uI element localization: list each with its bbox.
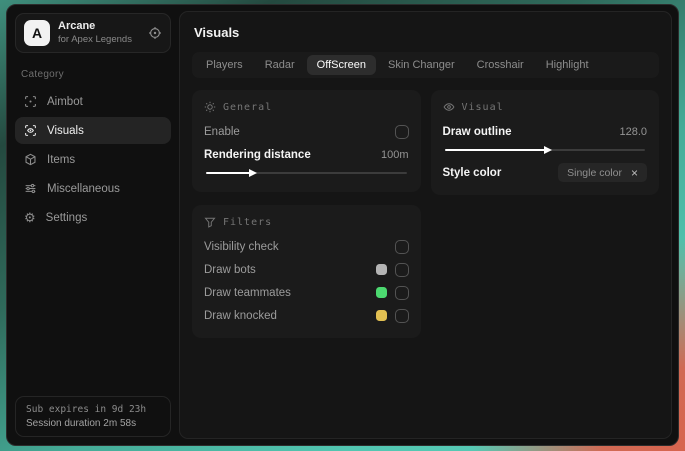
draw-teammates-color-swatch[interactable] xyxy=(375,287,387,298)
draw-outline-row: Draw outline 128.0 xyxy=(443,120,648,143)
close-icon[interactable]: × xyxy=(631,167,638,179)
visibility-check-row: Visibility check xyxy=(204,235,409,258)
cheat-menu-window: A Arcane for Apex Legends Category Aimbo… xyxy=(6,4,679,446)
slider-track[interactable] xyxy=(206,168,407,177)
general-card-header: General xyxy=(204,101,409,113)
tab-radar[interactable]: Radar xyxy=(255,55,305,75)
tab-skin-changer[interactable]: Skin Changer xyxy=(378,55,465,75)
draw-teammates-label: Draw teammates xyxy=(204,286,291,299)
visual-card-header: Visual xyxy=(443,101,648,113)
sidebar-item-label: Miscellaneous xyxy=(47,182,120,195)
draw-bots-color-swatch[interactable] xyxy=(375,264,387,275)
sidebar-header: A Arcane for Apex Legends xyxy=(15,13,171,53)
visuals-tabbar: Players Radar OffScreen Skin Changer Cro… xyxy=(192,52,659,78)
main-panel: Visuals Players Radar OffScreen Skin Cha… xyxy=(179,11,672,439)
draw-teammates-checkbox[interactable] xyxy=(394,285,409,300)
app-subtitle: for Apex Legends xyxy=(58,33,132,45)
draw-outline-slider[interactable] xyxy=(444,144,645,156)
style-color-label: Style color xyxy=(442,166,502,179)
scan-eye-icon xyxy=(24,124,37,137)
visibility-check-checkbox[interactable] xyxy=(394,239,409,254)
session-duration-text: Session duration 2m 58s xyxy=(26,418,137,429)
visibility-check-label: Visibility check xyxy=(204,240,279,253)
draw-knocked-color-swatch[interactable] xyxy=(375,310,387,321)
draw-knocked-checkbox[interactable] xyxy=(394,308,409,323)
sidebar-item-label: Aimbot xyxy=(47,95,83,108)
sidebar-item-label: Items xyxy=(47,153,76,166)
sidebar-nav: Aimbot Visuals Items Miscellaneous ⚙ Set… xyxy=(15,88,171,231)
enable-label: Enable xyxy=(204,125,240,138)
draw-knocked-row: Draw knocked xyxy=(204,304,409,327)
draw-bots-checkbox[interactable] xyxy=(394,262,409,277)
page-title: Visuals xyxy=(194,25,240,40)
subscription-info-box: Sub expires in 9d 23h Session duration 2… xyxy=(15,396,171,437)
filters-card-title: Filters xyxy=(223,216,273,228)
gear-icon: ⚙ xyxy=(24,210,36,225)
style-color-select[interactable]: Single color × xyxy=(558,163,647,182)
draw-outline-label: Draw outline xyxy=(442,125,512,138)
game-background: A Arcane for Apex Legends Category Aimbo… xyxy=(0,0,685,451)
draw-bots-row: Draw bots xyxy=(204,258,409,281)
funnel-icon xyxy=(204,216,216,228)
rendering-distance-row: Rendering distance 100m xyxy=(204,143,409,166)
tab-crosshair[interactable]: Crosshair xyxy=(467,55,534,75)
eye-icon xyxy=(443,101,455,113)
rendering-distance-value: 100m xyxy=(380,148,409,161)
enable-row: Enable xyxy=(204,120,409,143)
rendering-distance-label: Rendering distance xyxy=(204,148,311,161)
style-color-selected-value: Single color xyxy=(567,166,622,179)
tab-players[interactable]: Players xyxy=(196,55,253,75)
draw-teammates-row: Draw teammates xyxy=(204,281,409,304)
draw-knocked-label: Draw knocked xyxy=(204,309,277,322)
general-card: General Enable Rendering distance 100m xyxy=(192,90,421,192)
box-icon xyxy=(24,153,37,166)
sidebar-item-label: Settings xyxy=(45,211,88,224)
app-logo: A xyxy=(24,20,50,46)
visual-card-title: Visual xyxy=(461,101,504,113)
sidebar-item-items[interactable]: Items xyxy=(15,146,171,173)
offscreen-content: General Enable Rendering distance 100m V… xyxy=(192,90,659,338)
sidebar-item-visuals[interactable]: Visuals xyxy=(15,117,171,144)
tab-highlight[interactable]: Highlight xyxy=(536,55,599,75)
slider-track[interactable] xyxy=(444,145,645,154)
sidebar-item-settings[interactable]: ⚙ Settings xyxy=(15,204,171,231)
general-card-title: General xyxy=(223,101,273,113)
tab-offscreen[interactable]: OffScreen xyxy=(306,55,376,75)
visual-card: Visual Draw outline 128.0 Style color Si… xyxy=(430,90,659,195)
category-label: Category xyxy=(21,69,64,80)
app-titles: Arcane for Apex Legends xyxy=(58,20,132,46)
filters-card-header: Filters xyxy=(204,216,409,228)
rendering-distance-slider[interactable] xyxy=(206,167,407,179)
slider-fill-thumb[interactable] xyxy=(444,145,553,154)
draw-outline-value: 128.0 xyxy=(619,125,647,138)
slider-fill-thumb[interactable] xyxy=(206,168,258,177)
app-name: Arcane xyxy=(58,20,96,33)
enable-checkbox[interactable] xyxy=(394,124,409,139)
sidebar-item-aimbot[interactable]: Aimbot xyxy=(15,88,171,115)
sub-expires-text: Sub expires in 9d 23h xyxy=(26,404,147,415)
draw-bots-label: Draw bots xyxy=(204,263,256,276)
sidebar-item-miscellaneous[interactable]: Miscellaneous xyxy=(15,175,171,202)
filters-card: Filters Visibility check Draw bots Draw … xyxy=(192,205,421,338)
target-icon[interactable] xyxy=(148,26,162,40)
sliders-icon xyxy=(24,182,37,195)
crosshair-icon xyxy=(24,95,37,108)
sun-icon xyxy=(204,101,216,113)
style-color-row: Style color Single color × xyxy=(442,161,647,184)
sidebar-item-label: Visuals xyxy=(47,124,84,137)
sidebar: A Arcane for Apex Legends Category Aimbo… xyxy=(7,5,179,445)
